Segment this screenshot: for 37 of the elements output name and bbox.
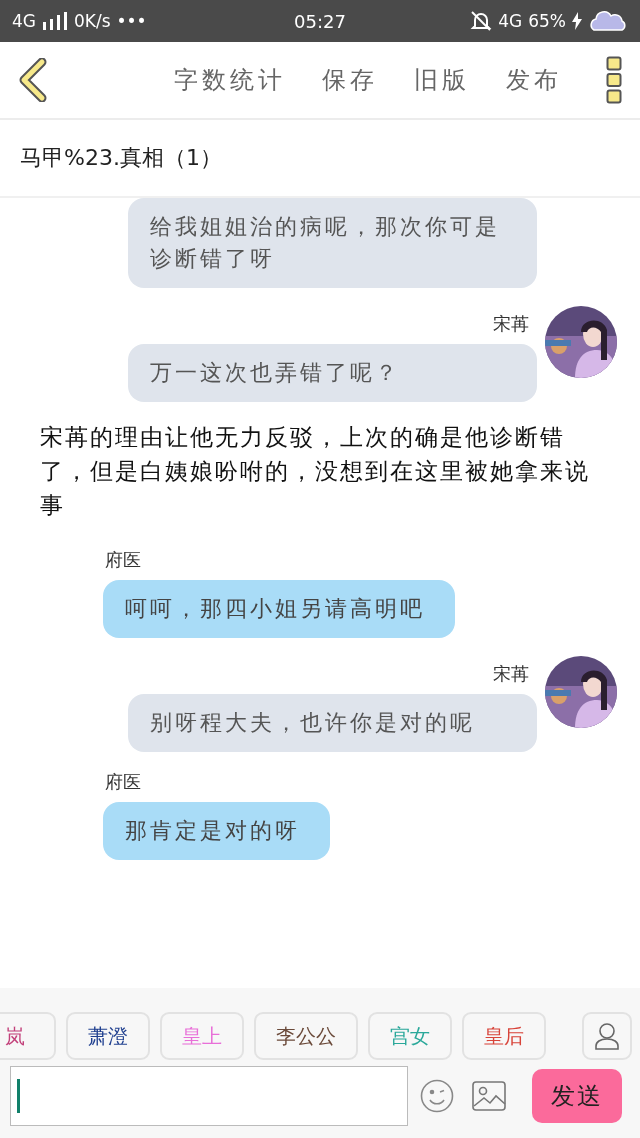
message-bubble: 别呀程大夫，也许你是对的呢 <box>128 694 537 752</box>
message-bubble: 呵呵，那四小姐另请高明吧 <box>103 580 455 638</box>
character-chip[interactable]: 李公公 <box>254 1012 358 1060</box>
toolbar-button[interactable]: 旧版 <box>414 64 470 96</box>
send-button[interactable]: 发送 <box>532 1069 622 1123</box>
emoji-icon[interactable] <box>420 1079 454 1113</box>
character-chip[interactable]: 萧澄 <box>66 1012 150 1060</box>
toolbar-button[interactable]: 保存 <box>322 64 378 96</box>
more-label: ••• <box>116 11 147 31</box>
sender-name: 府医 <box>104 770 141 794</box>
message-bubble: 万一这次也弄错了呢？ <box>128 344 537 402</box>
network-label: 4G <box>12 11 36 31</box>
message-bubble: 那肯定是对的呀 <box>103 802 330 860</box>
narration-text: 宋苒的理由让他无力反驳，上次的确是他诊断错了，但是白姨娘吩咐的，没想到在这里被她拿来说事 <box>39 423 591 520</box>
message-bubble: 给我姐姐治的病呢，那次你可是诊断错了呀 <box>128 198 537 288</box>
cloud-icon <box>588 10 628 32</box>
toolbar-button[interactable]: 字数统计 <box>174 64 286 96</box>
sender-name: 府医 <box>104 548 141 572</box>
sender-name: 宋苒 <box>493 662 530 686</box>
person-icon <box>594 1022 620 1050</box>
menu-icon[interactable] <box>606 56 622 104</box>
character-chip[interactable]: 皇后 <box>462 1012 546 1060</box>
clock: 05:27 <box>294 10 346 32</box>
character-chip[interactable]: 岚 <box>0 1012 56 1060</box>
bolt-icon <box>572 12 582 30</box>
speed-label: 0K/s <box>74 11 111 31</box>
toolbar-button[interactable]: 发布 <box>506 64 562 96</box>
signal-icon <box>42 12 68 30</box>
bell-off-icon <box>470 10 493 32</box>
message-input[interactable] <box>10 1066 408 1126</box>
battery-label: 65% <box>528 11 566 31</box>
character-button[interactable] <box>582 1012 632 1060</box>
sender-name: 宋苒 <box>493 312 530 336</box>
image-icon[interactable] <box>472 1081 506 1111</box>
network-label: 4G <box>498 11 523 31</box>
chapter-title: 马甲%23.真相（1） <box>20 144 222 172</box>
back-icon[interactable] <box>18 58 48 102</box>
